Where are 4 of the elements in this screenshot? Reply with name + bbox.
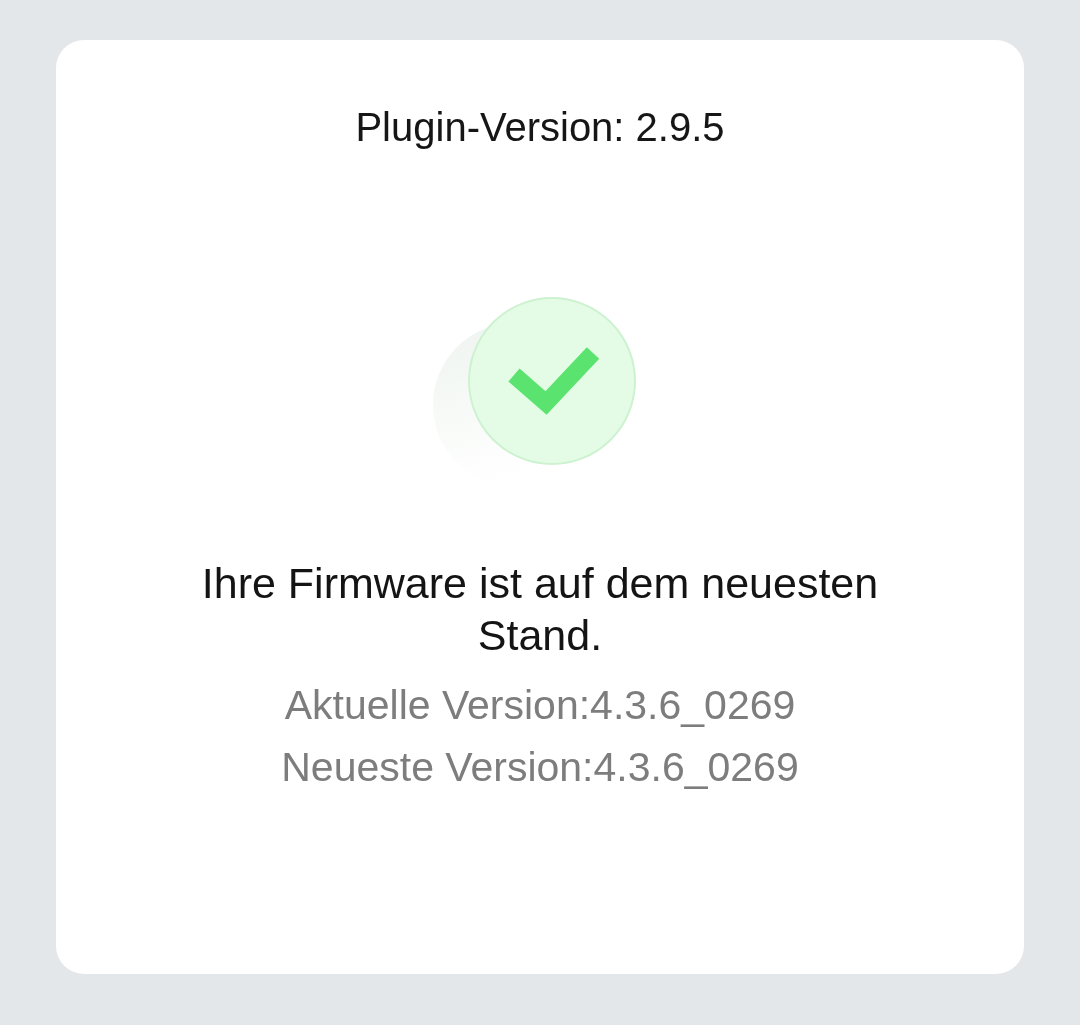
status-message: Ihre Firmware ist auf dem neuesten Stand. bbox=[200, 558, 880, 661]
version-text: Neueste Version:4.3.6_0269 bbox=[281, 743, 799, 792]
plugin-version-text: Plugin-Version: 2.9.5 bbox=[355, 105, 725, 149]
version-text: Aktuelle Version:4.3.6_0269 bbox=[284, 681, 796, 730]
